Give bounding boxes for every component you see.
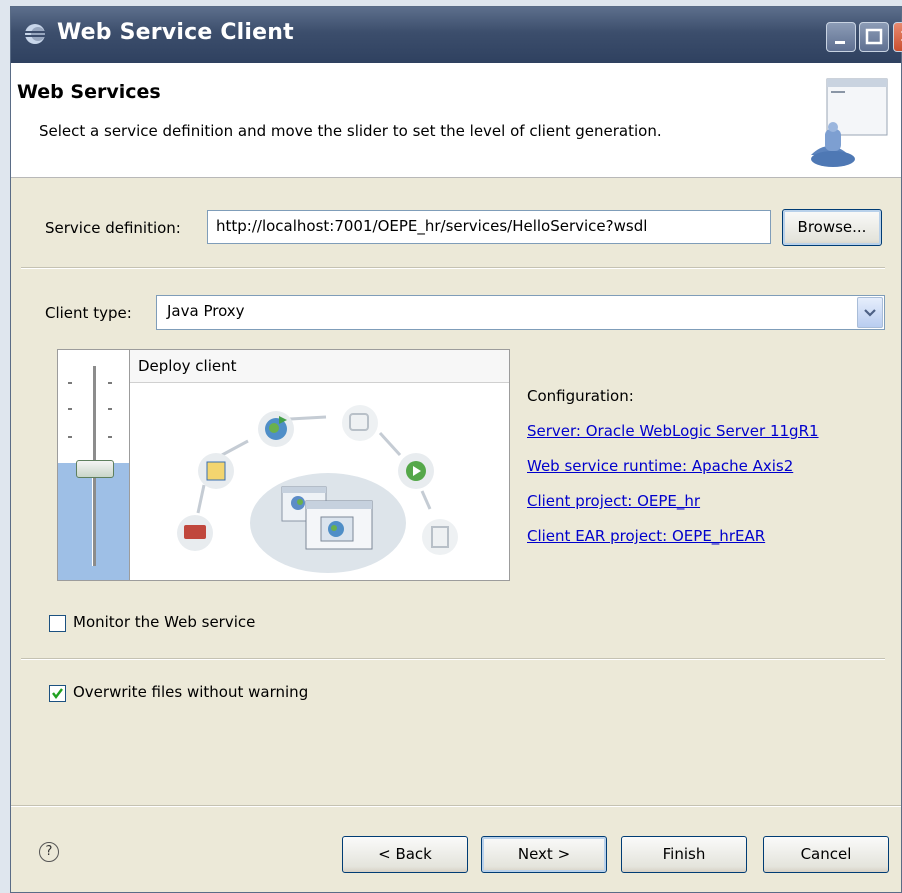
separator [21,267,885,269]
eclipse-icon [25,24,45,44]
help-icon[interactable]: ? [39,842,59,862]
maximize-button[interactable] [859,22,889,52]
checkmark-icon [52,688,63,699]
client-generation-slider[interactable] [57,349,130,581]
page-description: Select a service definition and move the… [39,122,662,140]
monitor-web-service-checkbox[interactable] [49,615,66,632]
page-title: Web Services [17,81,161,103]
generation-level-label: Deploy client [138,357,237,375]
wizard-header: Web Services Select a service definition… [11,63,901,178]
client-type-label: Client type: [45,304,132,322]
monitor-web-service-label[interactable]: Monitor the Web service [73,613,255,631]
slider-tick [108,436,112,438]
browse-button[interactable]: Browse... [782,209,882,246]
slider-tick [68,382,72,384]
title-bar[interactable]: Web Service Client [11,7,902,63]
generation-level-panel: Deploy client [130,349,510,581]
slider-tick [108,408,112,410]
slider-tick [108,382,112,384]
overwrite-files-checkbox[interactable] [49,685,66,702]
generation-level-header: Deploy client [130,350,509,383]
separator [21,658,885,660]
slider-tick [68,408,72,410]
web-service-client-dialog: Web Service Client Web Services Select a… [10,6,902,893]
client-generation-diagram-icon [177,405,458,573]
web-service-banner-icon [811,78,888,167]
client-type-value: Java Proxy [167,302,245,320]
back-button[interactable]: < Back [342,836,468,873]
overwrite-files-label[interactable]: Overwrite files without warning [73,683,308,701]
close-icon [900,31,902,41]
service-definition-input[interactable]: http://localhost:7001/OEPE_hr/services/H… [207,210,771,244]
configuration-heading: Configuration: [527,387,634,405]
finish-button[interactable]: Finish [621,836,747,873]
web-service-runtime-link[interactable]: Web service runtime: Apache Axis2 [527,457,793,475]
cancel-button[interactable]: Cancel [763,836,889,873]
server-link[interactable]: Server: Oracle WebLogic Server 11gR1 [527,422,819,440]
client-project-link[interactable]: Client project: OEPE_hr [527,492,700,510]
chevron-down-icon [864,309,876,317]
footer-separator [11,805,901,807]
slider-thumb[interactable] [76,460,114,478]
maximize-icon [865,28,883,45]
service-definition-label: Service definition: [45,219,181,237]
client-type-select[interactable]: Java Proxy [156,295,885,330]
close-button[interactable] [893,22,902,52]
client-ear-project-link[interactable]: Client EAR project: OEPE_hrEAR [527,527,765,545]
minimize-icon [835,41,845,44]
window-title: Web Service Client [57,20,294,45]
slider-tick [68,436,72,438]
dropdown-arrow-button[interactable] [857,297,883,328]
minimize-button[interactable] [826,22,856,52]
next-button[interactable]: Next > [481,836,607,873]
